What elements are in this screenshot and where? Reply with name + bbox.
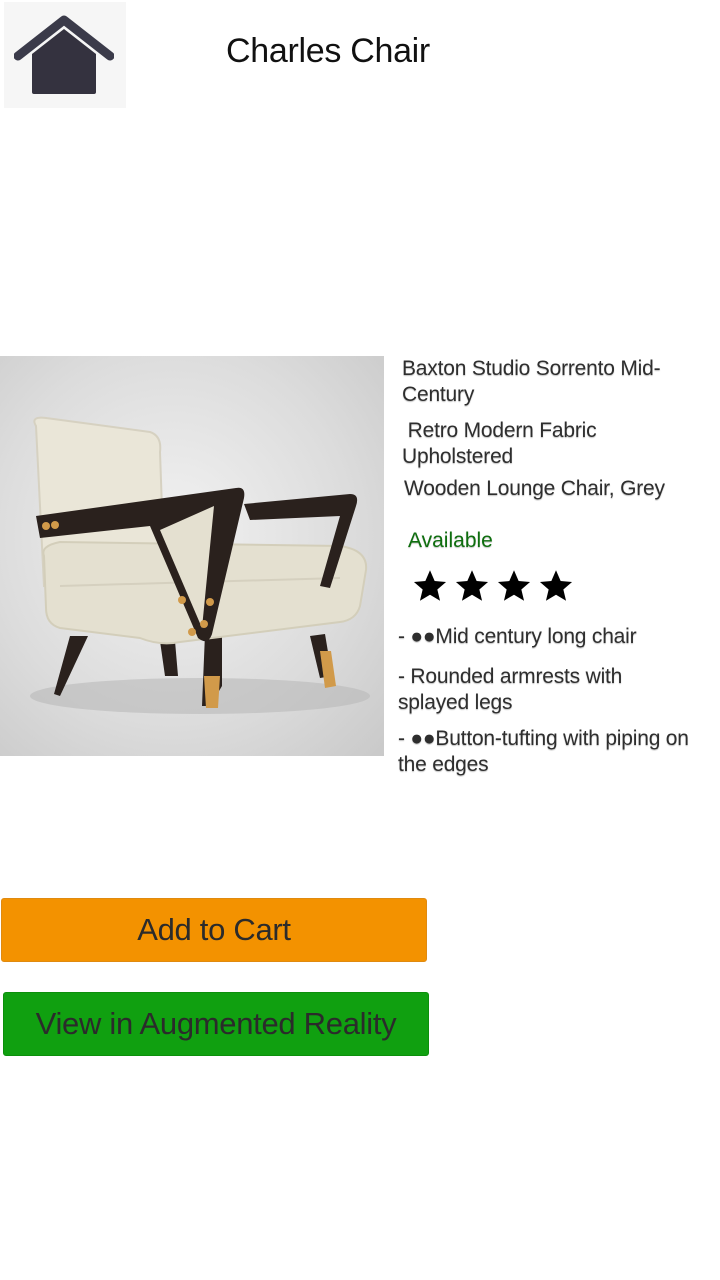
- page-title: Charles Chair: [226, 32, 430, 70]
- feature-item: - ●●Mid century long chair: [398, 625, 637, 648]
- add-to-cart-button[interactable]: Add to Cart: [1, 898, 427, 962]
- star-icon: [497, 570, 531, 601]
- home-icon: [14, 15, 114, 94]
- view-ar-button[interactable]: View in Augmented Reality: [3, 992, 429, 1056]
- rating-stars: [412, 568, 574, 604]
- star-icon: [413, 570, 447, 601]
- feature-item: - Rounded armrests with splayed legs: [398, 665, 623, 714]
- product-description-line-1: Baxton Studio Sorrento Mid-Century: [402, 357, 661, 406]
- feature-item: - ●●Button-tufting with piping on the ed…: [398, 727, 689, 776]
- star-icon: [539, 570, 573, 601]
- star-icon: [455, 570, 489, 601]
- product-description-line-3: Wooden Lounge Chair, Grey: [404, 477, 665, 500]
- home-button[interactable]: [4, 2, 126, 108]
- armchair-image: [30, 416, 370, 714]
- product-image: [0, 356, 384, 756]
- availability-status: Available: [408, 529, 493, 552]
- product-description-line-2: Retro Modern Fabric Upholstered: [402, 419, 603, 468]
